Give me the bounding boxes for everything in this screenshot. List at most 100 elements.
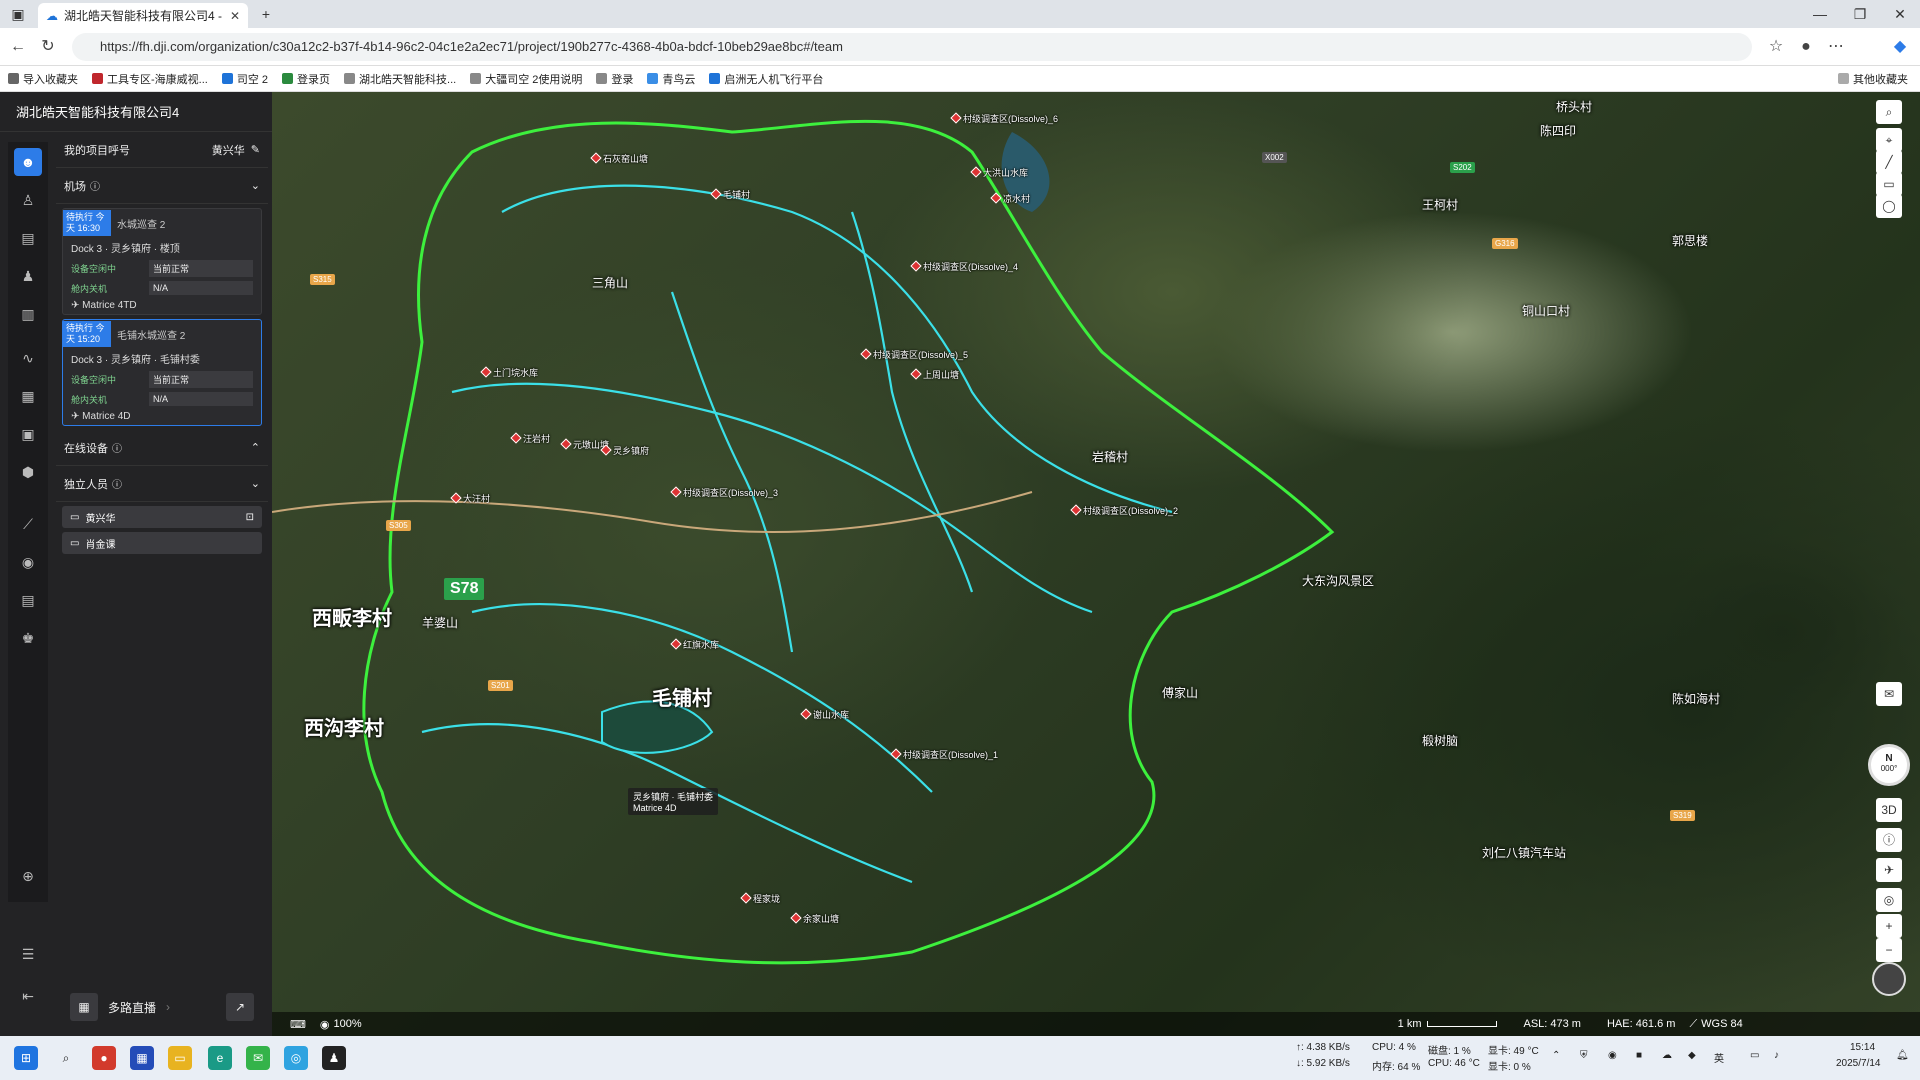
tray-app-icon[interactable]: ■ [1636, 1050, 1642, 1061]
bookmark-item[interactable]: 大疆司空 2使用说明 [470, 71, 582, 87]
chevron-down-icon[interactable]: ⌄ [251, 477, 260, 490]
pilots-section-header[interactable]: 独立人员 ⓘ ⌄ [56, 466, 268, 502]
map-pin[interactable]: 村级调查区(Dissolve)_1 [892, 748, 998, 761]
dock-card[interactable]: 待执行 今天 15:20 毛铺水城巡查 2 Dock 3 · 灵乡镇府 · 毛铺… [62, 319, 262, 426]
tab-actions-icon[interactable]: ▣ [8, 4, 28, 24]
exit-icon[interactable]: ⇤ [14, 982, 42, 1010]
globe-icon[interactable]: ⊕ [14, 862, 42, 890]
map-pin[interactable]: 汪岩村 [512, 432, 550, 445]
back-icon[interactable]: ← [8, 37, 28, 57]
qq-icon[interactable]: ♟ [322, 1046, 346, 1070]
user-admin-icon[interactable]: ♚ [14, 624, 42, 652]
multi-live-icon[interactable]: ▦ [70, 993, 98, 1021]
url-field[interactable]: https://fh.dji.com/organization/c30a12c2… [72, 33, 1752, 61]
3d-view-button[interactable]: 3D [1876, 798, 1902, 822]
layer-switch-icon[interactable] [1872, 962, 1906, 996]
map-pin[interactable]: 村级调查区(Dissolve)_6 [952, 112, 1058, 125]
airspace-icon[interactable]: ◉ [14, 548, 42, 576]
docks-section-header[interactable]: 机场 ⓘ ⌄ [56, 168, 268, 204]
dock-popup[interactable]: 灵乡镇府 · 毛铺村委 Matrice 4D [628, 788, 718, 815]
map-pin[interactable]: 程家垅 [742, 892, 780, 905]
edit-icon[interactable]: ✎ [251, 143, 260, 156]
volume-icon[interactable]: ♪ [1774, 1050, 1779, 1061]
pilot-item[interactable]: ▭ 黄兴华 ⊡ [62, 506, 262, 528]
dock-icon[interactable]: ▥ [14, 300, 42, 328]
map-pin[interactable]: 大洪山水库 [972, 166, 1028, 179]
device-icon[interactable]: ▤ [14, 224, 42, 252]
bookmark-item[interactable]: 登录页 [282, 71, 330, 87]
compass[interactable]: N 000° [1868, 744, 1910, 786]
bookmark-item[interactable]: 湖北皓天智能科技... [344, 71, 456, 87]
map-pin[interactable]: 村级调查区(Dissolve)_5 [862, 348, 968, 361]
notification-icon[interactable]: 🔔︎ [1896, 1050, 1909, 1061]
map-pin[interactable]: 村级调查区(Dissolve)_3 [672, 486, 778, 499]
browser-tab[interactable]: ☁ 湖北皓天智能科技有限公司4 - 湖 ✕ [38, 3, 248, 28]
aircraft-icon[interactable]: ✈ [1876, 858, 1902, 882]
ime-icon[interactable]: 英 [1714, 1050, 1724, 1065]
share-icon[interactable]: ↗ [226, 993, 254, 1021]
search-icon[interactable]: ⌕ [54, 1046, 78, 1070]
file-explorer-icon[interactable]: ▭ [168, 1046, 192, 1070]
satellite-map[interactable]: 西畈李村 西沟李村 毛铺村 三角山 桥头村 陈四印 王柯村 郭思楼 铜山口村 岩… [272, 92, 1920, 1036]
map-pin[interactable]: 石灰窑山塘 [592, 152, 648, 165]
locate-icon[interactable]: ◎ [1876, 888, 1902, 912]
media-icon[interactable]: ▣ [14, 420, 42, 448]
polygon-tool-icon[interactable]: ▭ [1876, 172, 1902, 196]
app-icon[interactable]: ● [92, 1046, 116, 1070]
more-icon[interactable]: ⋯ [1826, 37, 1846, 57]
log-icon[interactable]: ☰ [14, 940, 42, 968]
online-devices-header[interactable]: 在线设备 ⓘ ⌃ [56, 430, 268, 466]
pilot-icon[interactable]: ♙ [14, 186, 42, 214]
zoom-out-icon[interactable]: − [1876, 938, 1902, 962]
bookmark-item[interactable]: 青鸟云 [647, 71, 695, 87]
team-icon[interactable]: ☻ [14, 148, 42, 176]
bookmark-item[interactable]: 工具专区-海康威视... [92, 71, 208, 87]
map-pin[interactable]: 上周山塘 [912, 368, 959, 381]
edge-browser-icon[interactable]: e [208, 1046, 232, 1070]
report-icon[interactable]: ▤ [14, 586, 42, 614]
network-icon[interactable]: ▭ [1750, 1050, 1759, 1061]
tray-app-icon[interactable]: ◆ [1688, 1050, 1696, 1061]
clock-date[interactable]: 2025/7/14 [1836, 1058, 1881, 1069]
map-pin[interactable]: 灵乡镇府 [602, 444, 649, 457]
wechat-icon[interactable]: ✉ [246, 1046, 270, 1070]
chevron-up-icon[interactable]: ⌃ [251, 441, 260, 454]
map-pin[interactable]: 大汪村 [452, 492, 490, 505]
restore-icon[interactable]: ❐ [1850, 4, 1870, 24]
member-icon[interactable]: ♟ [14, 262, 42, 290]
map-pin[interactable]: 村级调查区(Dissolve)_4 [912, 260, 1018, 273]
cloud-icon[interactable]: ☁ [1662, 1050, 1672, 1061]
map-pin[interactable]: 凉水村 [992, 192, 1030, 205]
analytics-icon[interactable]: ⟋ [14, 510, 42, 538]
other-bookmarks[interactable]: 其他收藏夹 [1838, 71, 1908, 87]
chevron-down-icon[interactable]: ⌄ [251, 179, 260, 192]
plan-icon[interactable]: ▦ [14, 382, 42, 410]
map-pin[interactable]: 毛铺村 [712, 188, 750, 201]
search-icon[interactable]: ⌕ [1876, 100, 1902, 124]
bookmark-item[interactable]: 导入收藏夹 [8, 71, 78, 87]
map-pin[interactable]: 土门垸水库 [482, 366, 538, 379]
map-pin[interactable]: 村级调查区(Dissolve)_2 [1072, 504, 1178, 517]
bookmark-item[interactable]: 启洲无人机飞行平台 [709, 71, 823, 87]
map-pin[interactable]: 余家山塘 [792, 912, 839, 925]
zoom-in-icon[interactable]: + [1876, 914, 1902, 938]
dock-card[interactable]: 待执行 今天 16:30 水城巡查 2 Dock 3 · 灵乡镇府 · 楼顶 设… [62, 208, 262, 315]
start-icon[interactable]: ⊞ [14, 1046, 38, 1070]
comment-icon[interactable]: ✉ [1876, 682, 1902, 706]
refresh-icon[interactable]: ↻ [38, 37, 58, 57]
line-tool-icon[interactable]: ╱ [1876, 150, 1902, 174]
security-icon[interactable]: ⛨ [1580, 1050, 1588, 1061]
close-window-icon[interactable]: ✕ [1890, 4, 1910, 24]
multi-live-label[interactable]: 多路直播 [108, 999, 156, 1016]
clock-time[interactable]: 15:14 [1850, 1042, 1875, 1053]
copilot-icon[interactable]: ◆ [1890, 37, 1910, 57]
pin-marker-icon[interactable]: ⌖ [1876, 128, 1902, 152]
map-pin[interactable]: 谢山水库 [802, 708, 849, 721]
tray-expand-icon[interactable]: ⌃ [1552, 1050, 1560, 1061]
bookmark-item[interactable]: 司空 2 [221, 71, 268, 87]
store-icon[interactable]: ▦ [130, 1046, 154, 1070]
map-pin[interactable]: 红旗水库 [672, 638, 719, 651]
keyboard-icon[interactable]: ⌨ [290, 1018, 306, 1031]
chevron-right-icon[interactable]: › [166, 1000, 170, 1014]
circle-tool-icon[interactable]: ◯ [1876, 194, 1902, 218]
